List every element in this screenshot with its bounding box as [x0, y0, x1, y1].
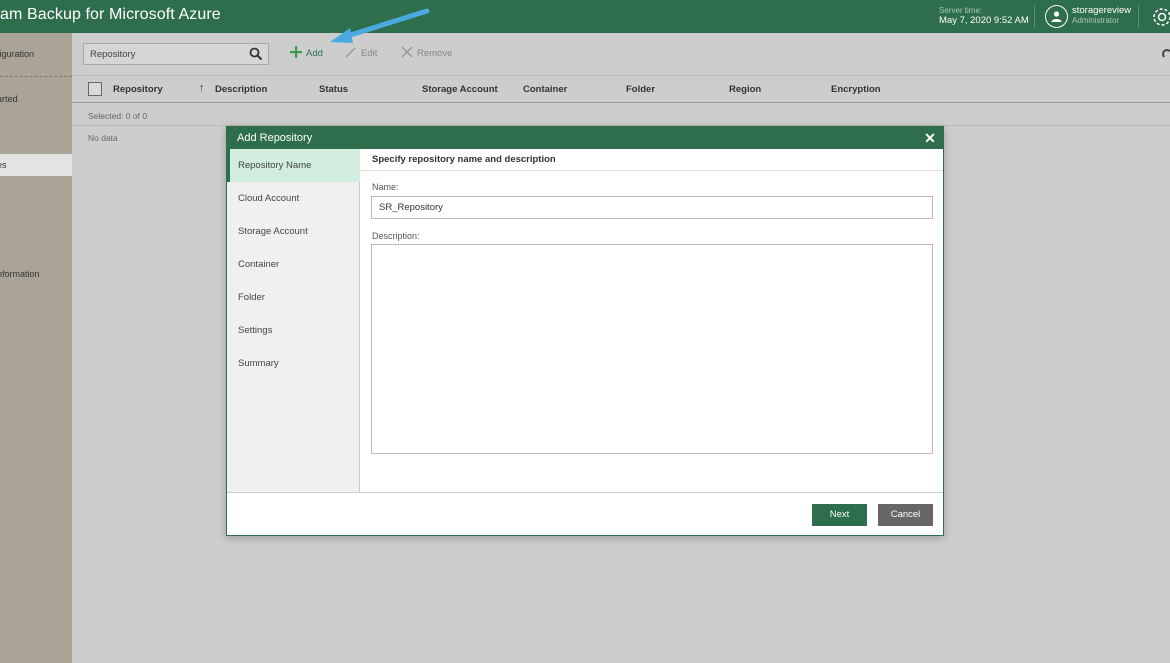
header-divider	[1138, 5, 1139, 28]
col-header-folder[interactable]: Folder	[626, 84, 655, 95]
name-field[interactable]: SR_Repository	[371, 196, 933, 219]
col-header-description[interactable]: Description	[215, 84, 267, 95]
description-field[interactable]	[371, 244, 933, 454]
step-storage-account[interactable]: Storage Account	[227, 215, 360, 248]
app-header: am Backup for Microsoft Azure Server tim…	[0, 0, 1170, 33]
next-button[interactable]: Next	[812, 504, 867, 526]
step-repository-name[interactable]: Repository Name	[227, 149, 360, 182]
sidebar-divider	[0, 76, 72, 77]
step-container[interactable]: Container	[227, 248, 360, 281]
server-time: Server time: May 7, 2020 9:52 AM	[939, 6, 1029, 26]
sort-ascending-icon[interactable]: ↑	[199, 82, 205, 94]
grid-header: Repository ↑ Description Status Storage …	[72, 75, 1170, 103]
search-icon[interactable]	[249, 47, 263, 64]
header-divider	[1034, 5, 1035, 28]
step-settings[interactable]: Settings	[227, 314, 360, 347]
col-header-status[interactable]: Status	[319, 84, 348, 95]
search-input[interactable]: Repository	[83, 43, 269, 65]
description-label: Description:	[372, 231, 420, 241]
user-avatar-icon[interactable]	[1045, 5, 1068, 28]
plus-icon	[290, 46, 302, 61]
step-folder[interactable]: Folder	[227, 281, 360, 314]
col-header-region[interactable]: Region	[729, 84, 761, 95]
add-button[interactable]: Add	[290, 46, 323, 61]
wizard-steps: Repository Name Cloud Account Storage Ac…	[227, 149, 360, 492]
sidebar-item-configuration[interactable]: figuration	[0, 43, 72, 65]
sidebar: figuration arted es nformation	[0, 33, 72, 663]
name-label: Name:	[372, 182, 399, 192]
settings-gear-icon[interactable]	[1150, 5, 1170, 29]
app-title: am Backup for Microsoft Azure	[0, 6, 221, 23]
step-summary[interactable]: Summary	[227, 347, 360, 380]
sidebar-item-information[interactable]: nformation	[0, 263, 72, 285]
dialog-footer: Next Cancel	[227, 492, 943, 535]
server-time-value: May 7, 2020 9:52 AM	[939, 15, 1029, 26]
col-header-container[interactable]: Container	[523, 84, 567, 95]
col-header-storage-account[interactable]: Storage Account	[422, 84, 498, 95]
annotation-arrow-icon	[330, 8, 430, 43]
col-header-encryption[interactable]: Encryption	[831, 84, 881, 95]
add-repository-dialog: Add Repository ✕ Repository Name Cloud A…	[226, 126, 944, 536]
cancel-button[interactable]: Cancel	[878, 504, 933, 526]
section-title: Specify repository name and description	[361, 149, 943, 171]
close-icon[interactable]: ✕	[923, 131, 937, 145]
step-cloud-account[interactable]: Cloud Account	[227, 182, 360, 215]
user-info[interactable]: storagereview Administrator	[1072, 6, 1131, 26]
col-header-repository[interactable]: Repository	[113, 84, 163, 95]
sidebar-item-repositories[interactable]: es	[0, 154, 72, 176]
search-value: Repository	[90, 49, 136, 60]
sidebar-item-getting-started[interactable]: arted	[0, 88, 72, 110]
user-name: storagereview	[1072, 5, 1132, 16]
refresh-icon[interactable]	[1162, 49, 1170, 59]
dialog-content: Specify repository name and description …	[361, 149, 943, 492]
dialog-title: Add Repository	[227, 127, 943, 149]
selected-count: Selected: 0 of 0	[88, 111, 148, 121]
user-role: Administrator	[1072, 16, 1120, 25]
select-all-checkbox[interactable]	[88, 82, 102, 96]
empty-grid-message: No data	[88, 133, 118, 143]
